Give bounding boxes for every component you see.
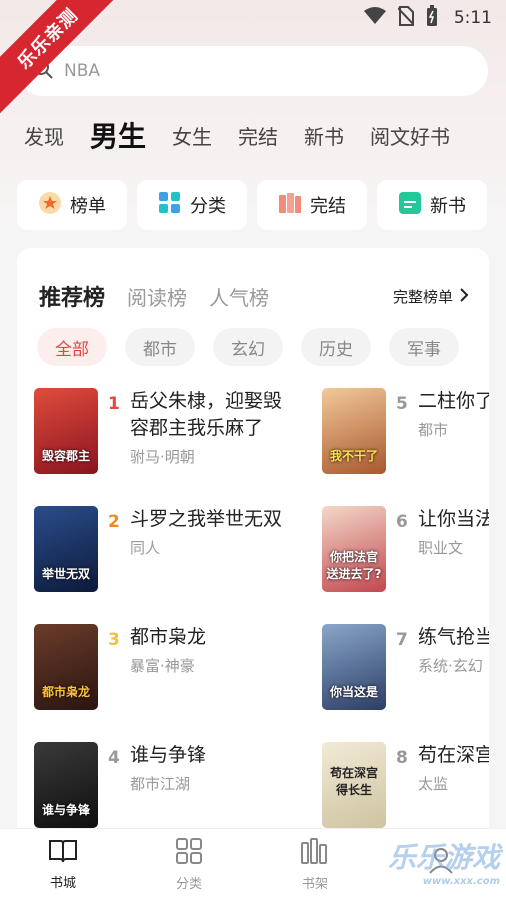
book-cover: 举世无双 [34,506,98,592]
chip-military[interactable]: 军事 [389,328,459,366]
bookshelf-icon [300,837,330,869]
book-tag: 同人 [130,539,161,557]
book-cover: 毁容郡主 [34,388,98,474]
book-title: 二柱你了我吧 [418,390,489,412]
book-open-icon [48,838,78,868]
rank-number: 2 [108,512,120,532]
book-cover: 都市枭龙 [34,624,98,710]
rank-number: 7 [396,630,408,650]
tab-completed[interactable]: 完结 [238,121,278,150]
nav-label: 书架 [301,876,328,892]
book-cover: 苟在深宫得长生 [322,742,386,828]
nav-label: 分类 [175,876,202,892]
quick-entry-row: 榜单 分类 完结 新书 [17,180,506,230]
quick-category-button[interactable]: 分类 [137,180,247,230]
quick-new-button[interactable]: 新书 [377,180,487,230]
rank-number: 8 [396,748,408,768]
book-title: 苟在深宫 [418,744,489,766]
book-item[interactable]: 我不干了 5 二柱你了我吧 都市 [322,388,489,474]
quick-ranking-button[interactable]: 榜单 [17,180,127,230]
book-item[interactable]: 谁与争锋 4 谁与争锋 都市江湖 [34,742,334,828]
nav-category[interactable]: 分类 [126,829,252,899]
book-item[interactable]: 举世无双 2 斗罗之我举世无双 同人 [34,506,334,592]
quick-label: 榜单 [70,196,106,217]
clock: 5:11 [453,8,492,28]
ranking-card: 推荐榜 阅读榜 人气榜 完整榜单 全部 都市 玄幻 历史 军事 毁容郡主 1 岳… [17,248,489,848]
rank-number: 3 [108,630,120,650]
book-title: 岳父朱棣，迎娶毁容郡主我乐麻了 [130,390,283,439]
book-item[interactable]: 都市枭龙 3 都市枭龙 暴富·神豪 [34,624,334,710]
chip-urban[interactable]: 都市 [125,328,195,366]
nav-bookshelf[interactable]: 书架 [252,829,378,899]
full-list-link[interactable]: 完整榜单 [393,286,469,307]
rank-number: 1 [108,394,120,414]
nav-bookstore[interactable]: 书城 [0,829,126,899]
book-item[interactable]: 你把法官送进去了? 6 让你当法官送 职业文 [322,506,489,592]
quick-label: 新书 [430,196,466,217]
book-title: 谁与争锋 [130,744,207,766]
tab-popular-rank[interactable]: 人气榜 [209,282,269,311]
tab-male[interactable]: 男生 [90,115,146,155]
chevron-right-icon [459,287,469,306]
rank-number: 4 [108,748,120,768]
book-cover: 你当这是 [322,624,386,710]
new-book-icon [398,191,422,220]
medal-icon [38,191,62,220]
grid-icon [175,837,203,869]
search-input[interactable] [64,61,444,81]
no-sim-icon [397,5,415,31]
book-title: 斗罗之我举世无双 [130,508,283,530]
tab-read-rank[interactable]: 阅读榜 [127,282,187,311]
tab-recommend-rank[interactable]: 推荐榜 [39,280,105,312]
grid-icon [158,191,182,220]
book-tag: 系统·玄幻 [418,657,483,675]
ranking-tabs: 推荐榜 阅读榜 人气榜 [39,280,269,312]
search-bar[interactable] [18,46,488,96]
tab-new[interactable]: 新书 [304,121,344,150]
battery-icon [426,4,438,32]
book-tag: 都市江湖 [130,775,191,793]
book-tag: 驸马·明朝 [130,448,195,466]
book-cover: 你把法官送进去了? [322,506,386,592]
book-item[interactable]: 你当这是 7 练气抢当这是 系统·玄幻 [322,624,489,710]
rank-number: 6 [396,512,408,532]
book-cover: 我不干了 [322,388,386,474]
tab-female[interactable]: 女生 [172,121,212,150]
channel-tabs: 发现 男生 女生 完结 新书 阅文好书 [24,112,476,158]
genre-chips: 全部 都市 玄幻 历史 军事 [37,328,459,366]
book-title: 都市枭龙 [130,626,207,648]
book-tag: 职业文 [418,539,464,557]
books-icon [278,191,302,220]
book-item[interactable]: 毁容郡主 1 岳父朱棣，迎娶毁容郡主我乐麻了 驸马·明朝 [34,388,334,474]
quick-label: 完结 [310,196,346,217]
wifi-icon [363,6,386,30]
quick-label: 分类 [190,196,226,217]
book-tag: 都市 [418,421,449,439]
book-cover: 谁与争锋 [34,742,98,828]
tab-good-books[interactable]: 阅文好书 [370,121,450,150]
rank-number: 5 [396,394,408,414]
book-tag: 暴富·神豪 [130,657,195,675]
book-title: 让你当法官送 [418,508,489,530]
quick-completed-button[interactable]: 完结 [257,180,367,230]
chip-all[interactable]: 全部 [37,328,107,366]
book-tag: 太监 [418,775,449,793]
watermark-logo: 乐乐游戏 www.xxx.com [387,841,500,887]
full-list-label: 完整榜单 [392,288,453,306]
book-title: 练气抢当这是 [418,626,489,648]
book-item[interactable]: 苟在深宫得长生 8 苟在深宫 太监 [322,742,489,828]
tab-discover[interactable]: 发现 [24,121,64,150]
chip-history[interactable]: 历史 [301,328,371,366]
chip-fantasy[interactable]: 玄幻 [213,328,283,366]
nav-label: 书城 [49,875,76,891]
